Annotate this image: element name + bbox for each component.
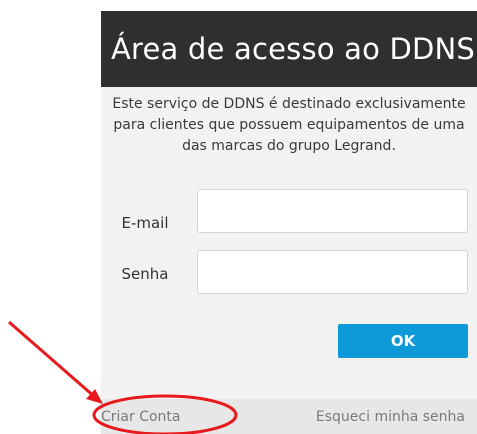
email-label: E-mail [121,214,169,232]
dialog-header: Área de acesso ao DDNS [101,11,477,87]
password-label: Senha [121,265,169,283]
ok-button[interactable]: OK [338,324,468,358]
dialog-title: Área de acesso ao DDNS [110,32,476,66]
screenshot-canvas: Área de acesso ao DDNS Este serviço de D… [0,0,477,434]
forgot-password-link[interactable]: Esqueci minha senha [316,409,465,425]
service-notice: Este serviço de DDNS é destinado exclusi… [101,94,477,157]
create-account-link[interactable]: Criar Conta [101,409,181,425]
notice-line: para clientes que possuem equipamentos d… [113,117,465,133]
email-field[interactable] [197,189,468,233]
notice-line: das marcas do grupo Legrand. [182,138,396,154]
notice-line: Este serviço de DDNS é destinado exclusi… [112,96,466,112]
password-field[interactable] [197,250,468,294]
ddns-login-panel: Área de acesso ao DDNS Este serviço de D… [101,11,477,434]
annotation-arrow-line [8,320,97,400]
dialog-footer: Criar Conta Esqueci minha senha [101,399,477,434]
